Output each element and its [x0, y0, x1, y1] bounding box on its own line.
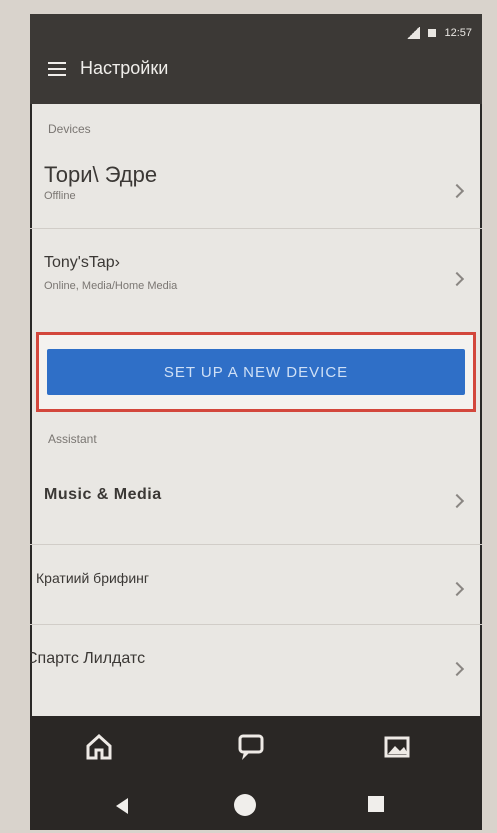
system-navigation-bar [30, 782, 482, 830]
section-header-assistant: Assistant [48, 432, 97, 446]
chevron-right-icon [449, 271, 465, 287]
row-title: Music & Media [44, 486, 162, 503]
row-subtitle: Online, Media/Home Media [44, 280, 178, 292]
settings-row-music-media[interactable]: Music & Media [30, 470, 482, 540]
phone-screen: 12:57 Настройки Devices Тори\ Эдре Offli… [30, 14, 482, 830]
settings-row-device-2[interactable]: Tony'sTap› Online, Media/Home Media [30, 242, 482, 312]
page-title: Настройки [80, 58, 169, 78]
home-button-icon[interactable] [234, 794, 256, 816]
photo-icon[interactable] [380, 730, 414, 764]
row-title: Тори\ Эдре [44, 162, 158, 187]
settings-row-briefing[interactable]: Кратиий брифинг [30, 550, 482, 620]
menu-icon[interactable] [48, 61, 66, 76]
top-bar: 12:57 Настройки [30, 14, 482, 104]
settings-row-sports[interactable]: Спартс Лилдатс [30, 632, 482, 702]
chevron-right-icon [449, 581, 465, 597]
chevron-right-icon [449, 183, 465, 199]
home-icon[interactable] [82, 730, 116, 764]
status-bar: 12:57 [406, 22, 472, 44]
settings-content: Devices Тори\ Эдре Offline Tony'sTap› On… [30, 104, 482, 716]
status-time: 12:57 [444, 27, 472, 39]
divider [30, 624, 482, 625]
bottom-navigation [30, 716, 482, 830]
row-title: Спартс Лилдатс [30, 650, 146, 667]
set-up-new-device-button[interactable]: SET UP A NEW DEVICE [47, 349, 465, 395]
row-subtitle: Offline [44, 190, 76, 202]
divider [30, 544, 482, 545]
chevron-right-icon [449, 661, 465, 677]
bottom-nav-icons [30, 730, 482, 770]
back-icon[interactable] [116, 798, 128, 814]
recents-icon[interactable] [368, 796, 384, 812]
divider [30, 228, 482, 229]
app-bar: Настройки [48, 58, 168, 79]
battery-icon [428, 29, 437, 37]
chat-icon[interactable] [234, 730, 268, 764]
row-title: Tony'sTap› [44, 254, 120, 271]
signal-icon [406, 27, 421, 39]
section-header-devices: Devices [48, 122, 91, 136]
setup-highlight: SET UP A NEW DEVICE [36, 332, 476, 412]
settings-row-device-1[interactable]: Тори\ Эдре Offline [30, 150, 482, 220]
chevron-right-icon [449, 493, 465, 509]
row-title: Кратиий брифинг [36, 570, 149, 586]
